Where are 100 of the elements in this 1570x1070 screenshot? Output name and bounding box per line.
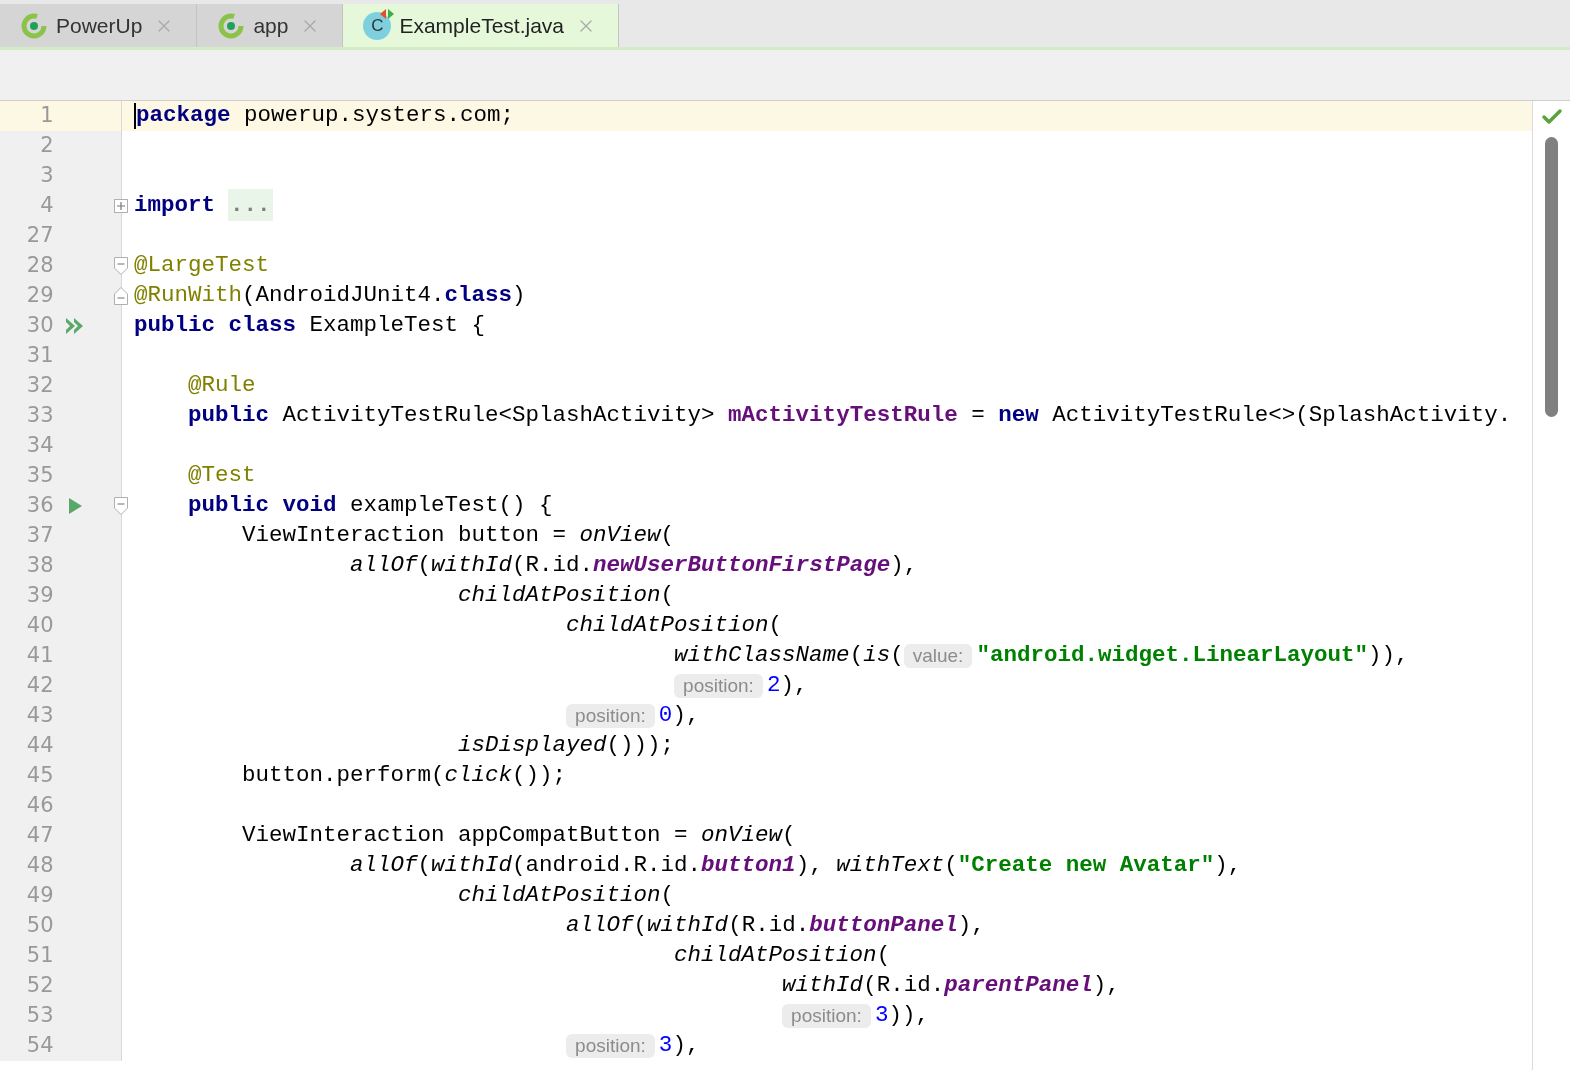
editor-tab[interactable]: app — [197, 4, 344, 47]
code-annotation: @Test — [187, 461, 256, 491]
line-number: 34 — [25, 432, 54, 460]
code-field: button1 — [701, 849, 796, 883]
code-text: ), — [795, 851, 824, 881]
line-number: 2 — [39, 132, 54, 160]
class-icon: C — [363, 11, 392, 40]
code-string: "Create new Avatar" — [957, 851, 1215, 881]
code-keyword: import — [134, 191, 215, 221]
tab-label: app — [253, 12, 289, 39]
code-method: childAtPosition — [673, 941, 877, 971]
tab-label: PowerUp — [56, 12, 143, 39]
code-text: )), — [888, 1001, 929, 1031]
code-keyword: public void — [187, 491, 337, 521]
expand-icon[interactable] — [113, 198, 129, 214]
line-number: 31 — [25, 342, 54, 370]
fold-icon[interactable] — [113, 256, 129, 276]
code-text: ), — [1092, 971, 1120, 1001]
line-number: 42 — [25, 672, 54, 700]
line-number: 45 — [25, 762, 54, 790]
line-number: 43 — [25, 702, 54, 730]
code-method: is — [863, 641, 891, 671]
code-text: ( — [849, 641, 864, 671]
code-text: = — [970, 401, 986, 431]
editor-tab[interactable]: PowerUp — [0, 4, 198, 47]
code-text: (R.id. — [863, 971, 945, 1001]
code-text: ExampleTest { — [308, 311, 486, 341]
line-number: 37 — [25, 522, 54, 550]
code-method: allOf — [349, 551, 418, 581]
code-text: )), — [1367, 641, 1409, 671]
play-icon[interactable] — [67, 496, 84, 516]
code-keyword: package — [136, 101, 231, 131]
code-method: withId — [431, 851, 513, 881]
line-number: 4 — [39, 192, 54, 220]
line-number: 32 — [25, 372, 54, 400]
code-method: isDisplayed — [457, 731, 607, 761]
code-method: onView — [701, 821, 783, 851]
line-number: 40 — [25, 612, 54, 640]
code-text: ), — [672, 1031, 700, 1061]
line-number: 54 — [25, 1032, 54, 1060]
code-text: ( — [890, 641, 904, 671]
code-text: button.perform( — [241, 761, 445, 791]
code-field: mActivityTestRule — [728, 399, 958, 433]
code-method: childAtPosition — [457, 581, 661, 611]
code-number: 3 — [874, 1001, 889, 1031]
line-number: 35 — [25, 462, 54, 490]
code-method: allOf — [349, 851, 418, 881]
code-text: ( — [417, 851, 432, 881]
module-icon — [217, 11, 246, 40]
code-text: ), — [780, 671, 808, 701]
code-text: ActivityTestRule<SplashActivity> — [281, 401, 716, 431]
code-text: ( — [876, 941, 891, 971]
code-method: withId — [781, 971, 864, 1001]
code-text: (AndroidJUnit4. — [242, 281, 445, 311]
code-keyword: new — [998, 401, 1039, 431]
code-string: "android.widget.LinearLayout" — [976, 641, 1368, 671]
code-method: childAtPosition — [565, 611, 769, 641]
code-text: ViewInteraction button = — [241, 521, 568, 551]
code-field: parentPanel — [944, 969, 1093, 1003]
folded-code[interactable]: ... — [228, 189, 273, 223]
line-number: 27 — [25, 222, 54, 250]
code-text: ( — [944, 851, 958, 881]
code-text: ( — [660, 581, 675, 611]
parameter-hint: position: — [674, 674, 763, 698]
code-method: childAtPosition — [457, 881, 661, 911]
line-number: 51 — [25, 942, 54, 970]
code-text: ())); — [606, 731, 675, 761]
line-number: 3 — [39, 162, 54, 190]
parameter-hint: position: — [566, 1034, 655, 1058]
code-annotation: @LargeTest — [134, 251, 270, 281]
module-icon — [20, 11, 48, 40]
code-annotation: @RunWith — [134, 281, 243, 311]
code-method: onView — [579, 521, 661, 551]
tab-label: ExampleTest.java — [399, 12, 564, 39]
code-keyword: public — [187, 401, 270, 431]
line-number: 33 — [25, 402, 54, 430]
code-number: 2 — [766, 671, 781, 701]
line-number: 50 — [25, 912, 54, 940]
code-method: allOf — [565, 911, 634, 941]
code-keyword: public class — [134, 311, 297, 341]
code-annotation: @Rule — [187, 371, 256, 401]
scrollbar-thumb[interactable] — [1545, 137, 1558, 417]
line-number: 46 — [25, 792, 54, 820]
fold-icon[interactable] — [113, 496, 129, 516]
line-number: 30 — [25, 312, 54, 340]
line-number: 39 — [25, 582, 54, 610]
line-number: 1 — [39, 102, 54, 130]
parameter-hint: value: — [903, 644, 973, 668]
code-text: ), — [1214, 851, 1242, 881]
code-text: ( — [768, 611, 783, 641]
parameter-hint: position: — [566, 704, 655, 728]
code-text: (R.id. — [512, 551, 594, 581]
editor-tab[interactable]: C ExampleTest.java — [343, 4, 619, 47]
code-method: withText — [836, 851, 945, 881]
code-text: ( — [660, 881, 675, 911]
code-text: ( — [417, 551, 432, 581]
line-number: 52 — [25, 972, 54, 1000]
code-text: (android.R.id. — [512, 851, 702, 881]
code-method: withClassName — [673, 641, 850, 671]
line-number: 29 — [25, 282, 54, 310]
